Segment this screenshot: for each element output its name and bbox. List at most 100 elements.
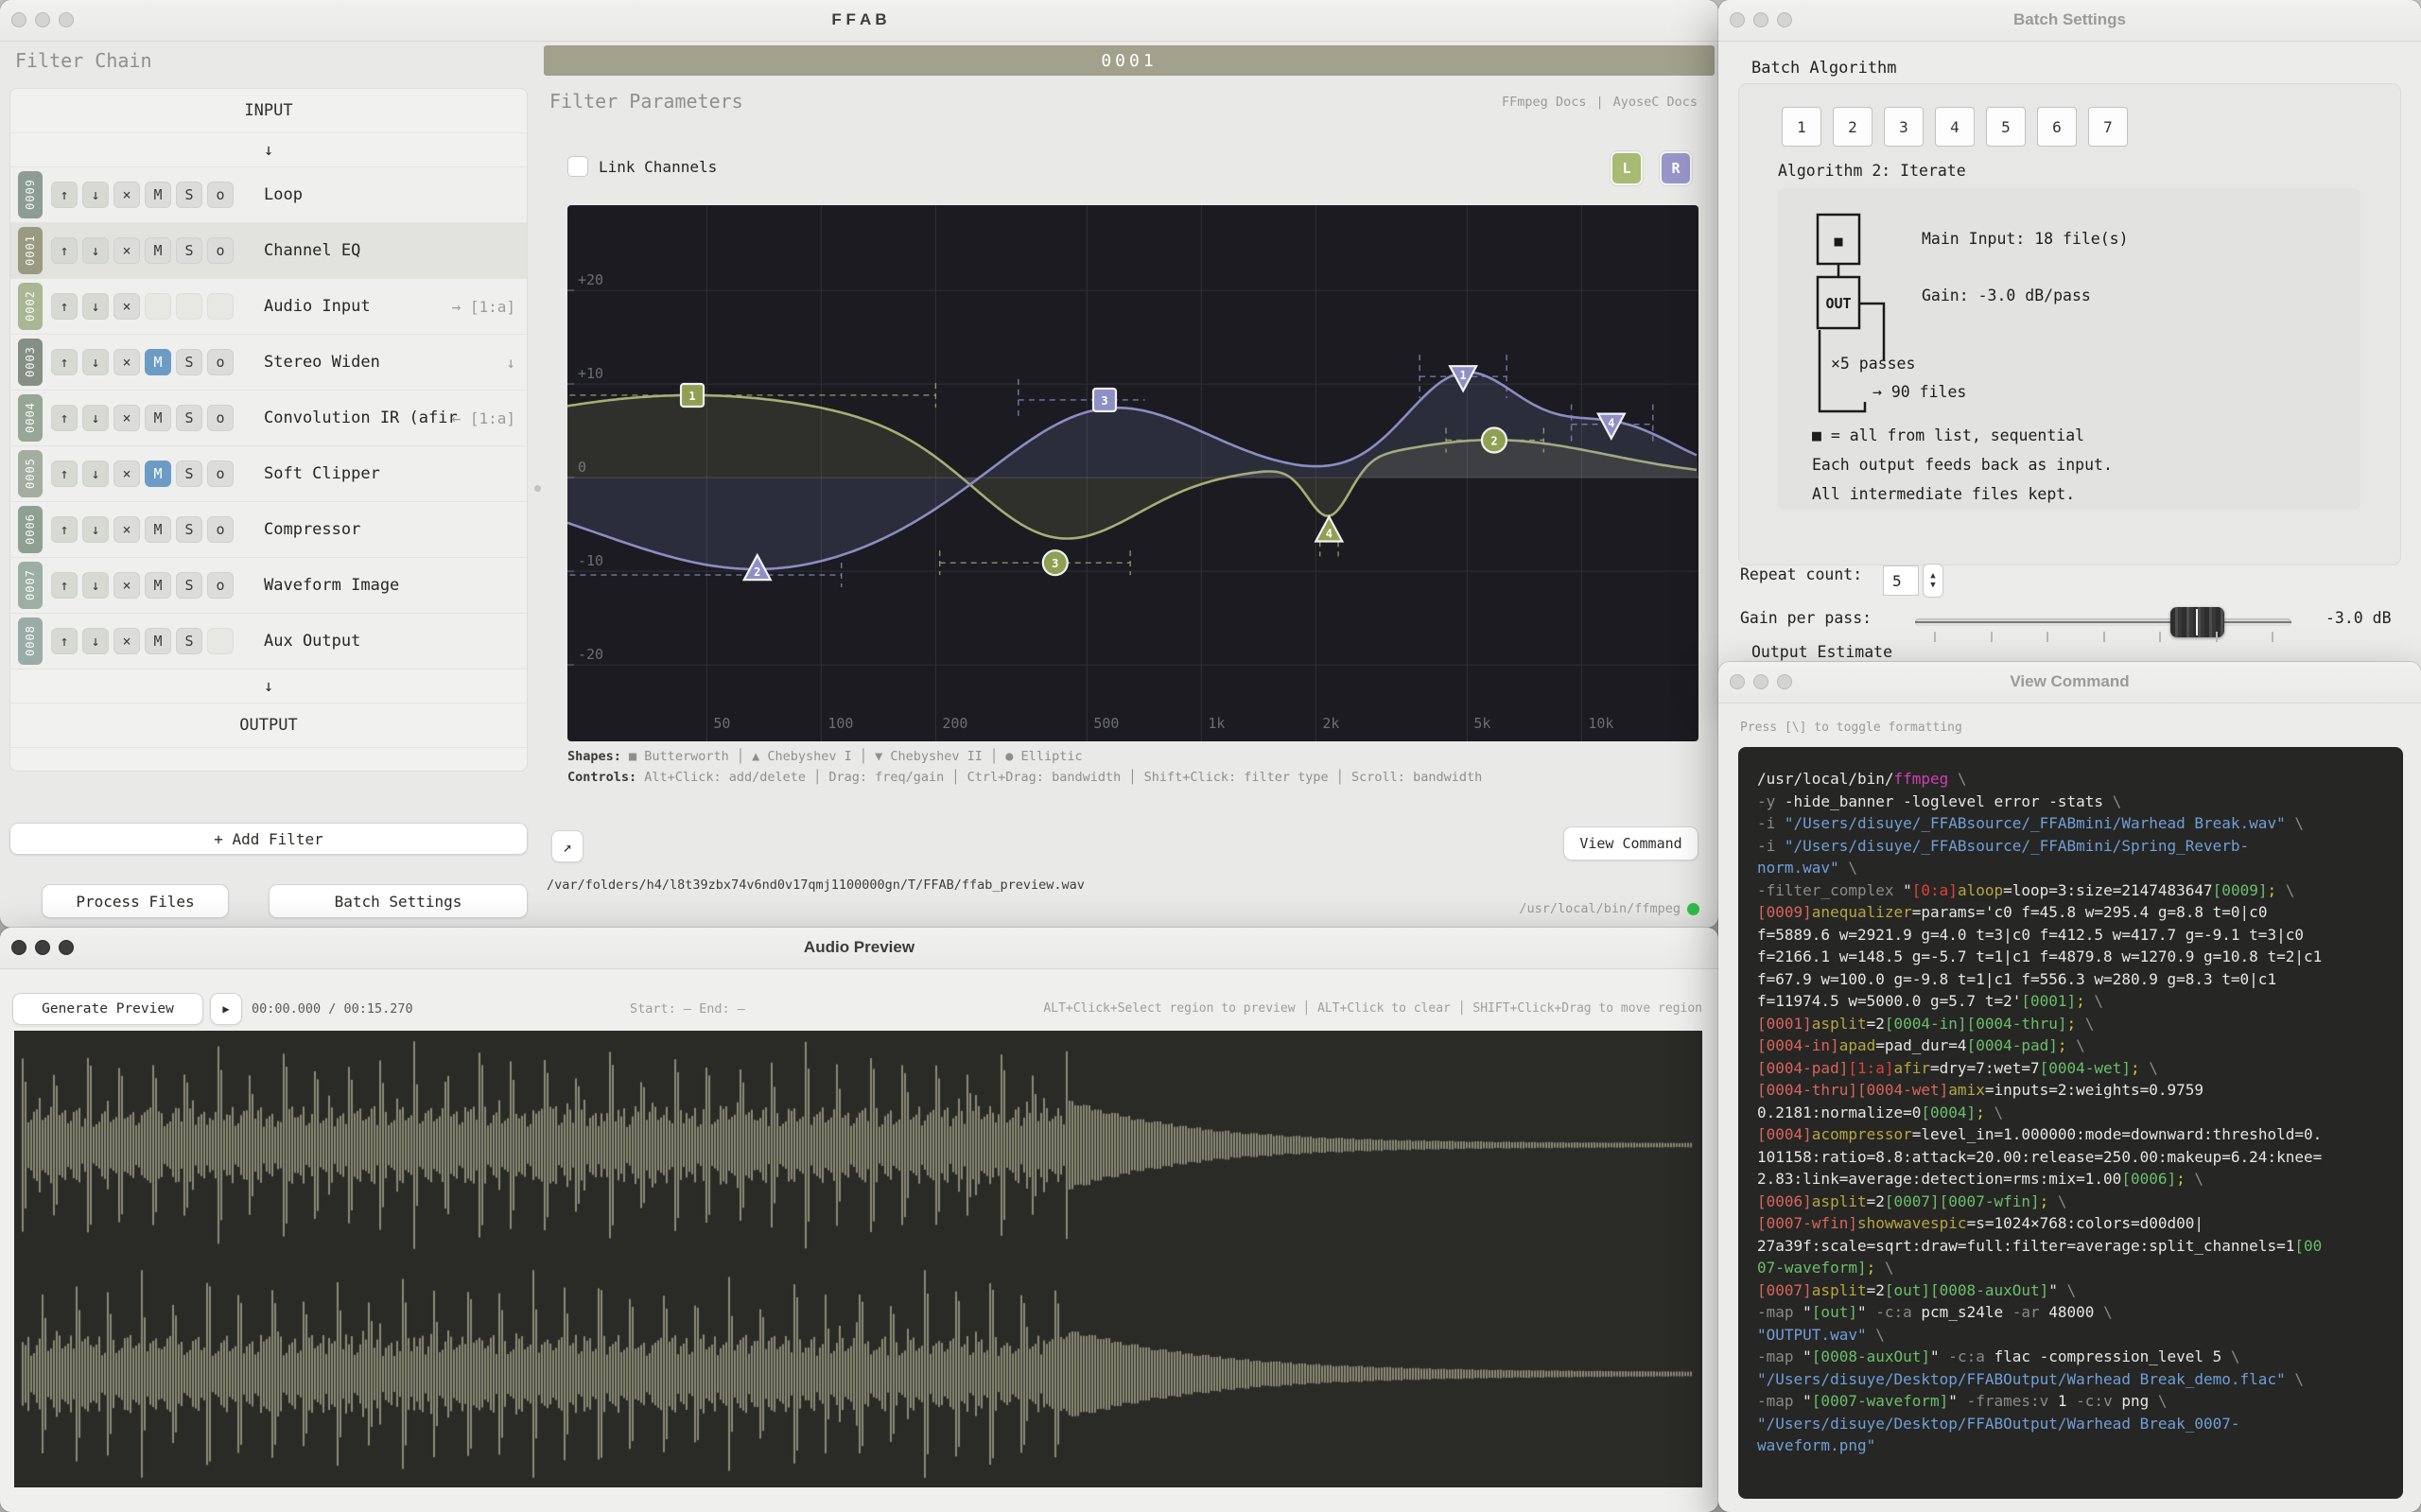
delete-button[interactable]: × [113, 405, 140, 431]
mute-button[interactable]: M [145, 405, 171, 431]
mute-button[interactable]: M [145, 182, 171, 208]
mute-button[interactable]: M [145, 572, 171, 599]
move-up-button[interactable]: ↑ [51, 572, 78, 599]
pane-resize-handle[interactable] [534, 485, 541, 492]
algorithm-3-button[interactable]: 3 [1884, 107, 1924, 147]
mute-button[interactable]: M [145, 237, 171, 264]
solo-button[interactable]: S [176, 182, 202, 208]
bypass-button[interactable]: o [207, 405, 234, 431]
delete-button[interactable]: × [113, 572, 140, 599]
algorithm-5-button[interactable]: 5 [1986, 107, 2026, 147]
algorithm-7-button[interactable]: 7 [2088, 107, 2128, 147]
eq-node-R-3[interactable] [1091, 386, 1118, 414]
move-up-button[interactable]: ↑ [51, 182, 78, 208]
audio-titlebar[interactable]: Audio Preview [0, 928, 1718, 969]
eq-node-R-2[interactable] [744, 555, 771, 583]
filter-row-waveform-image[interactable]: 0007↑↓×MSoWaveform Image [10, 558, 527, 614]
eq-node-L-4[interactable] [1315, 517, 1342, 546]
waveform-display[interactable] [14, 1031, 1702, 1487]
batch-settings-button[interactable]: Batch Settings [269, 884, 528, 918]
delete-button[interactable]: × [113, 628, 140, 654]
link-channels-checkbox[interactable] [567, 156, 588, 177]
solo-button[interactable]: S [176, 405, 202, 431]
algorithm-6-button[interactable]: 6 [2037, 107, 2077, 147]
algorithm-1-button[interactable]: 1 [1782, 107, 1821, 147]
play-button[interactable]: ▶ [210, 993, 242, 1025]
eq-node-R-4[interactable] [1598, 410, 1625, 439]
mute-button[interactable]: M [145, 349, 171, 375]
repeat-count-stepper[interactable]: ▲▼ [1923, 564, 1943, 598]
ffmpeg-docs-link[interactable]: FFmpeg Docs [1502, 95, 1586, 110]
eq-node-L-1[interactable] [679, 381, 705, 409]
filter-row-soft-clipper[interactable]: 0005↑↓×MSoSoft Clipper [10, 446, 527, 502]
solo-button[interactable]: S [176, 628, 202, 654]
right-channel-button[interactable]: R [1660, 151, 1692, 185]
bypass-button[interactable]: o [207, 516, 234, 543]
move-up-button[interactable]: ↑ [51, 516, 78, 543]
filter-row-convolution-ir-afir[interactable]: 0004↑↓×MSoConvolution IR (afir← [1:a] [10, 391, 527, 446]
move-down-button[interactable]: ↓ [82, 461, 109, 487]
delete-button[interactable]: × [113, 182, 140, 208]
move-down-button[interactable]: ↓ [82, 516, 109, 543]
solo-button[interactable]: S [176, 516, 202, 543]
mute-button[interactable]: M [145, 516, 171, 543]
move-down-button[interactable]: ↓ [82, 349, 109, 375]
input-node[interactable]: INPUT [10, 89, 527, 133]
solo-button[interactable]: S [176, 461, 202, 487]
solo-button[interactable]: S [176, 237, 202, 264]
ayosec-docs-link[interactable]: AyoseC Docs [1613, 95, 1698, 110]
move-up-button[interactable]: ↑ [51, 349, 78, 375]
command-line: "OUTPUT.wav" \ [1757, 1324, 2403, 1347]
move-up-button[interactable]: ↑ [51, 293, 78, 320]
process-files-button[interactable]: Process Files [42, 884, 229, 918]
bypass-button[interactable]: o [207, 461, 234, 487]
move-down-button[interactable]: ↓ [82, 405, 109, 431]
move-down-button[interactable]: ↓ [82, 628, 109, 654]
output-node[interactable]: OUTPUT [10, 704, 527, 748]
delete-button[interactable]: × [113, 461, 140, 487]
mute-button[interactable]: M [145, 628, 171, 654]
delete-button[interactable]: × [113, 237, 140, 264]
move-up-button[interactable]: ↑ [51, 628, 78, 654]
delete-button[interactable]: × [113, 293, 140, 320]
move-up-button[interactable]: ↑ [51, 237, 78, 264]
filter-row-aux-output[interactable]: 0008↑↓×MSAux Output [10, 614, 527, 669]
eq-curve-editor[interactable]: 501002005001k2k5k10k+20+100-10-201234123… [567, 205, 1698, 741]
solo-button[interactable]: S [176, 349, 202, 375]
left-channel-button[interactable]: L [1611, 151, 1643, 185]
move-down-button[interactable]: ↓ [82, 237, 109, 264]
algorithm-2-button[interactable]: 2 [1833, 107, 1872, 147]
eq-node-L-3[interactable] [1042, 548, 1069, 577]
move-down-button[interactable]: ↓ [82, 572, 109, 599]
expand-button[interactable]: ↗ [551, 830, 583, 862]
generate-preview-button[interactable]: Generate Preview [12, 993, 203, 1025]
bypass-button[interactable]: o [207, 349, 234, 375]
eq-node-R-1[interactable] [1450, 362, 1476, 391]
add-filter-button[interactable]: + Add Filter [9, 823, 528, 855]
mute-button[interactable]: M [145, 461, 171, 487]
repeat-count-input[interactable]: 5 [1883, 565, 1919, 596]
filter-row-compressor[interactable]: 0006↑↓×MSoCompressor [10, 502, 527, 558]
filter-row-channel-eq[interactable]: 0001↑↓×MSoChannel EQ [10, 223, 527, 279]
solo-button[interactable]: S [176, 572, 202, 599]
filter-row-stereo-widen[interactable]: 0003↑↓×MSoStereo Widen↓ [10, 335, 527, 391]
delete-button[interactable]: × [113, 349, 140, 375]
main-titlebar[interactable]: F F A B [0, 0, 1718, 42]
filter-row-loop[interactable]: 0009↑↓×MSoLoop [10, 167, 527, 223]
view-command-button[interactable]: View Command [1563, 826, 1698, 860]
svg-text:OUT: OUT [1825, 295, 1851, 312]
move-up-button[interactable]: ↑ [51, 405, 78, 431]
batch-titlebar[interactable]: Batch Settings [1718, 0, 2421, 42]
move-down-button[interactable]: ↓ [82, 182, 109, 208]
move-up-button[interactable]: ↑ [51, 461, 78, 487]
bypass-button[interactable]: o [207, 572, 234, 599]
vc-titlebar[interactable]: View Command [1718, 662, 2421, 704]
algorithm-4-button[interactable]: 4 [1935, 107, 1975, 147]
bypass-button[interactable]: o [207, 237, 234, 264]
gain-slider[interactable] [1915, 618, 2291, 626]
eq-node-L-2[interactable] [1481, 426, 1507, 454]
bypass-button[interactable]: o [207, 182, 234, 208]
delete-button[interactable]: × [113, 516, 140, 543]
move-down-button[interactable]: ↓ [82, 293, 109, 320]
filter-row-audio-input[interactable]: 0002↑↓×Audio Input→ [1:a] [10, 279, 527, 335]
